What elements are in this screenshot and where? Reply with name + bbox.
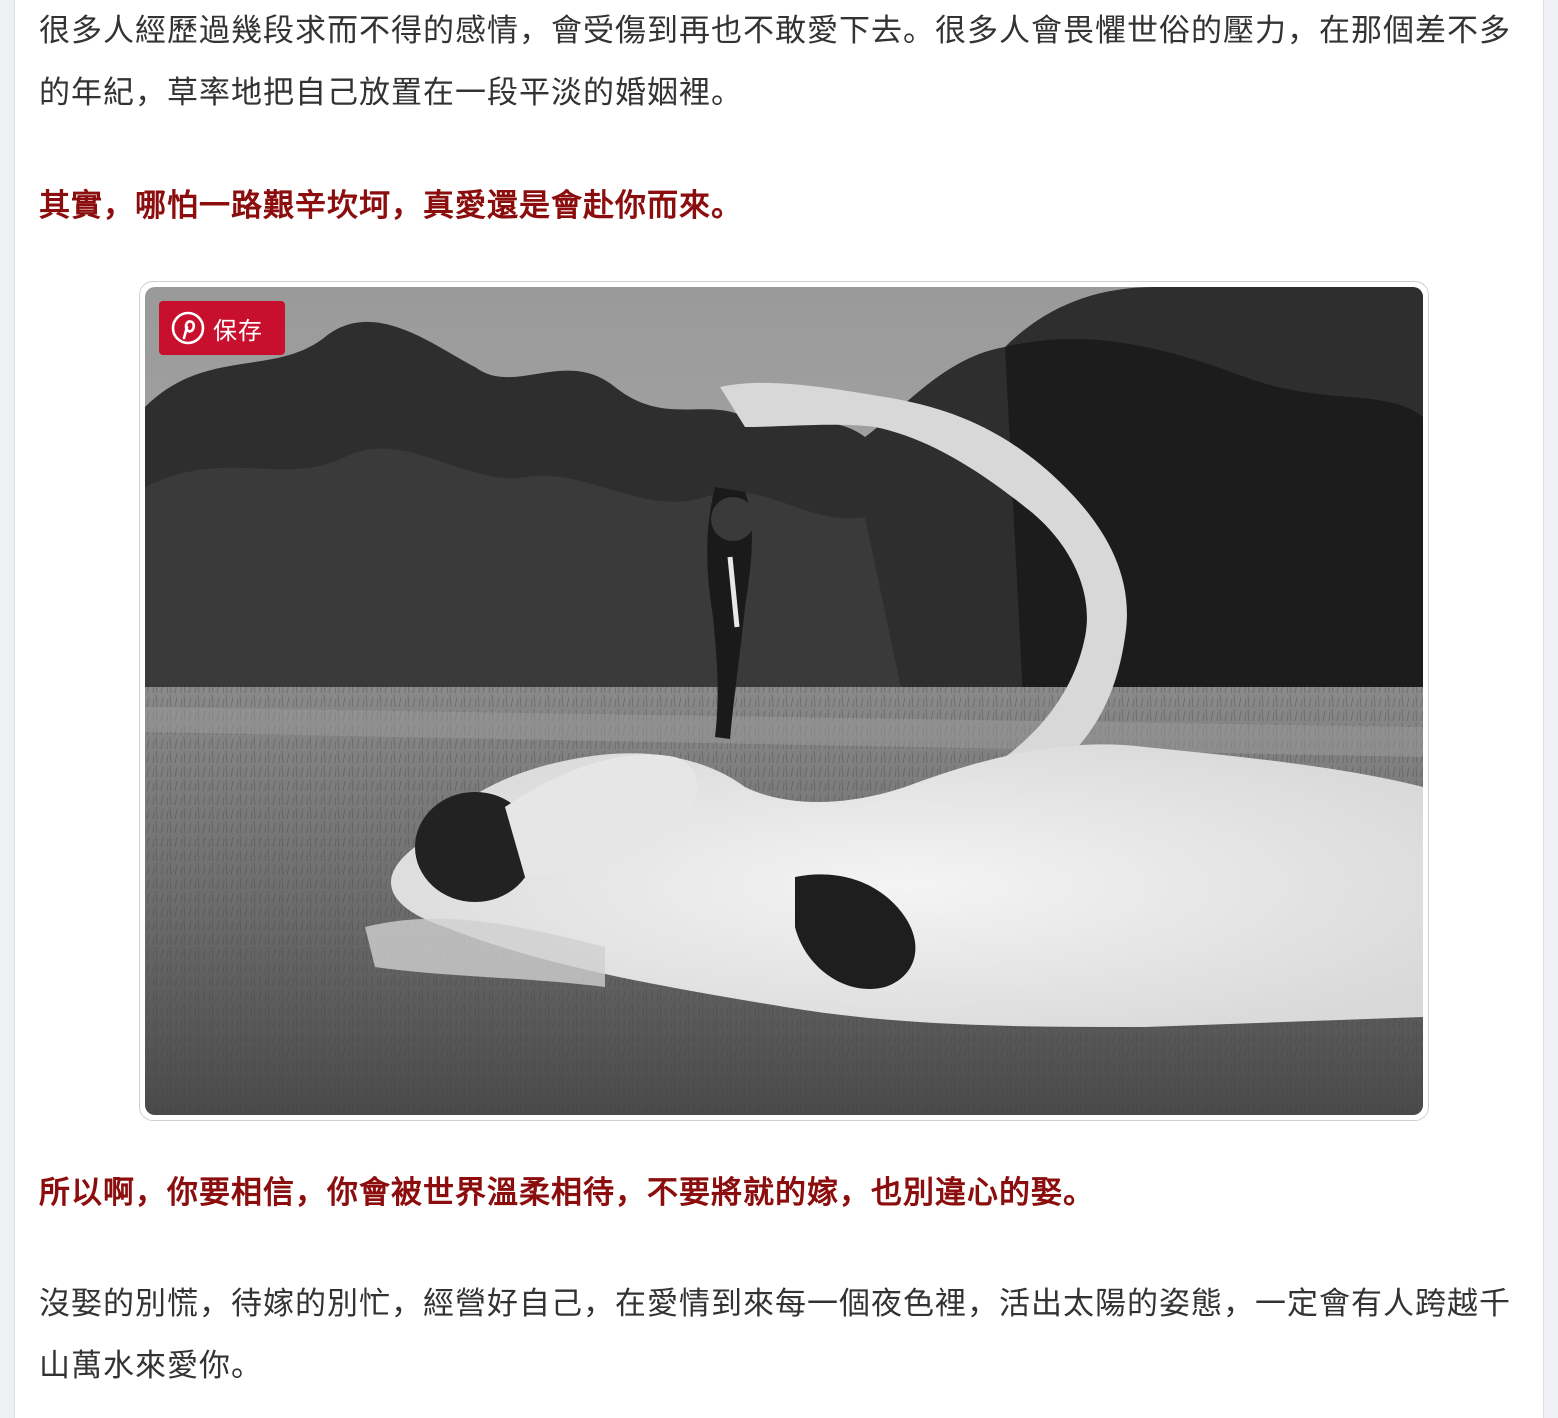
highlight-paragraph: 所以啊，你要相信，你會被世界溫柔相待，不要將就的嫁，也別違心的娶。 bbox=[39, 1175, 1095, 1211]
article-paragraph: 很多人經歷過幾段求而不得的感情，會受傷到再也不敢愛下去。很多人會畏懼世俗的壓力，… bbox=[39, 13, 1511, 111]
article-paragraph: 沒娶的別慌，待嫁的別忙，經營好自己，在愛情到來每一個夜色裡，活出太陽的姿態，一定… bbox=[39, 1286, 1511, 1384]
article-page: 很多人經歷過幾段求而不得的感情，會受傷到再也不敢愛下去。很多人會畏懼世俗的壓力，… bbox=[14, 0, 1544, 1418]
save-button-label: 保存 bbox=[213, 316, 263, 345]
article-image-frame: 保存 bbox=[139, 281, 1429, 1121]
article-photo bbox=[145, 287, 1423, 1115]
pinterest-save-button[interactable]: 保存 bbox=[159, 301, 285, 355]
pinterest-icon bbox=[171, 311, 205, 345]
highlight-paragraph: 其實，哪怕一路艱辛坎坷，真愛還是會赴你而來。 bbox=[39, 188, 743, 224]
